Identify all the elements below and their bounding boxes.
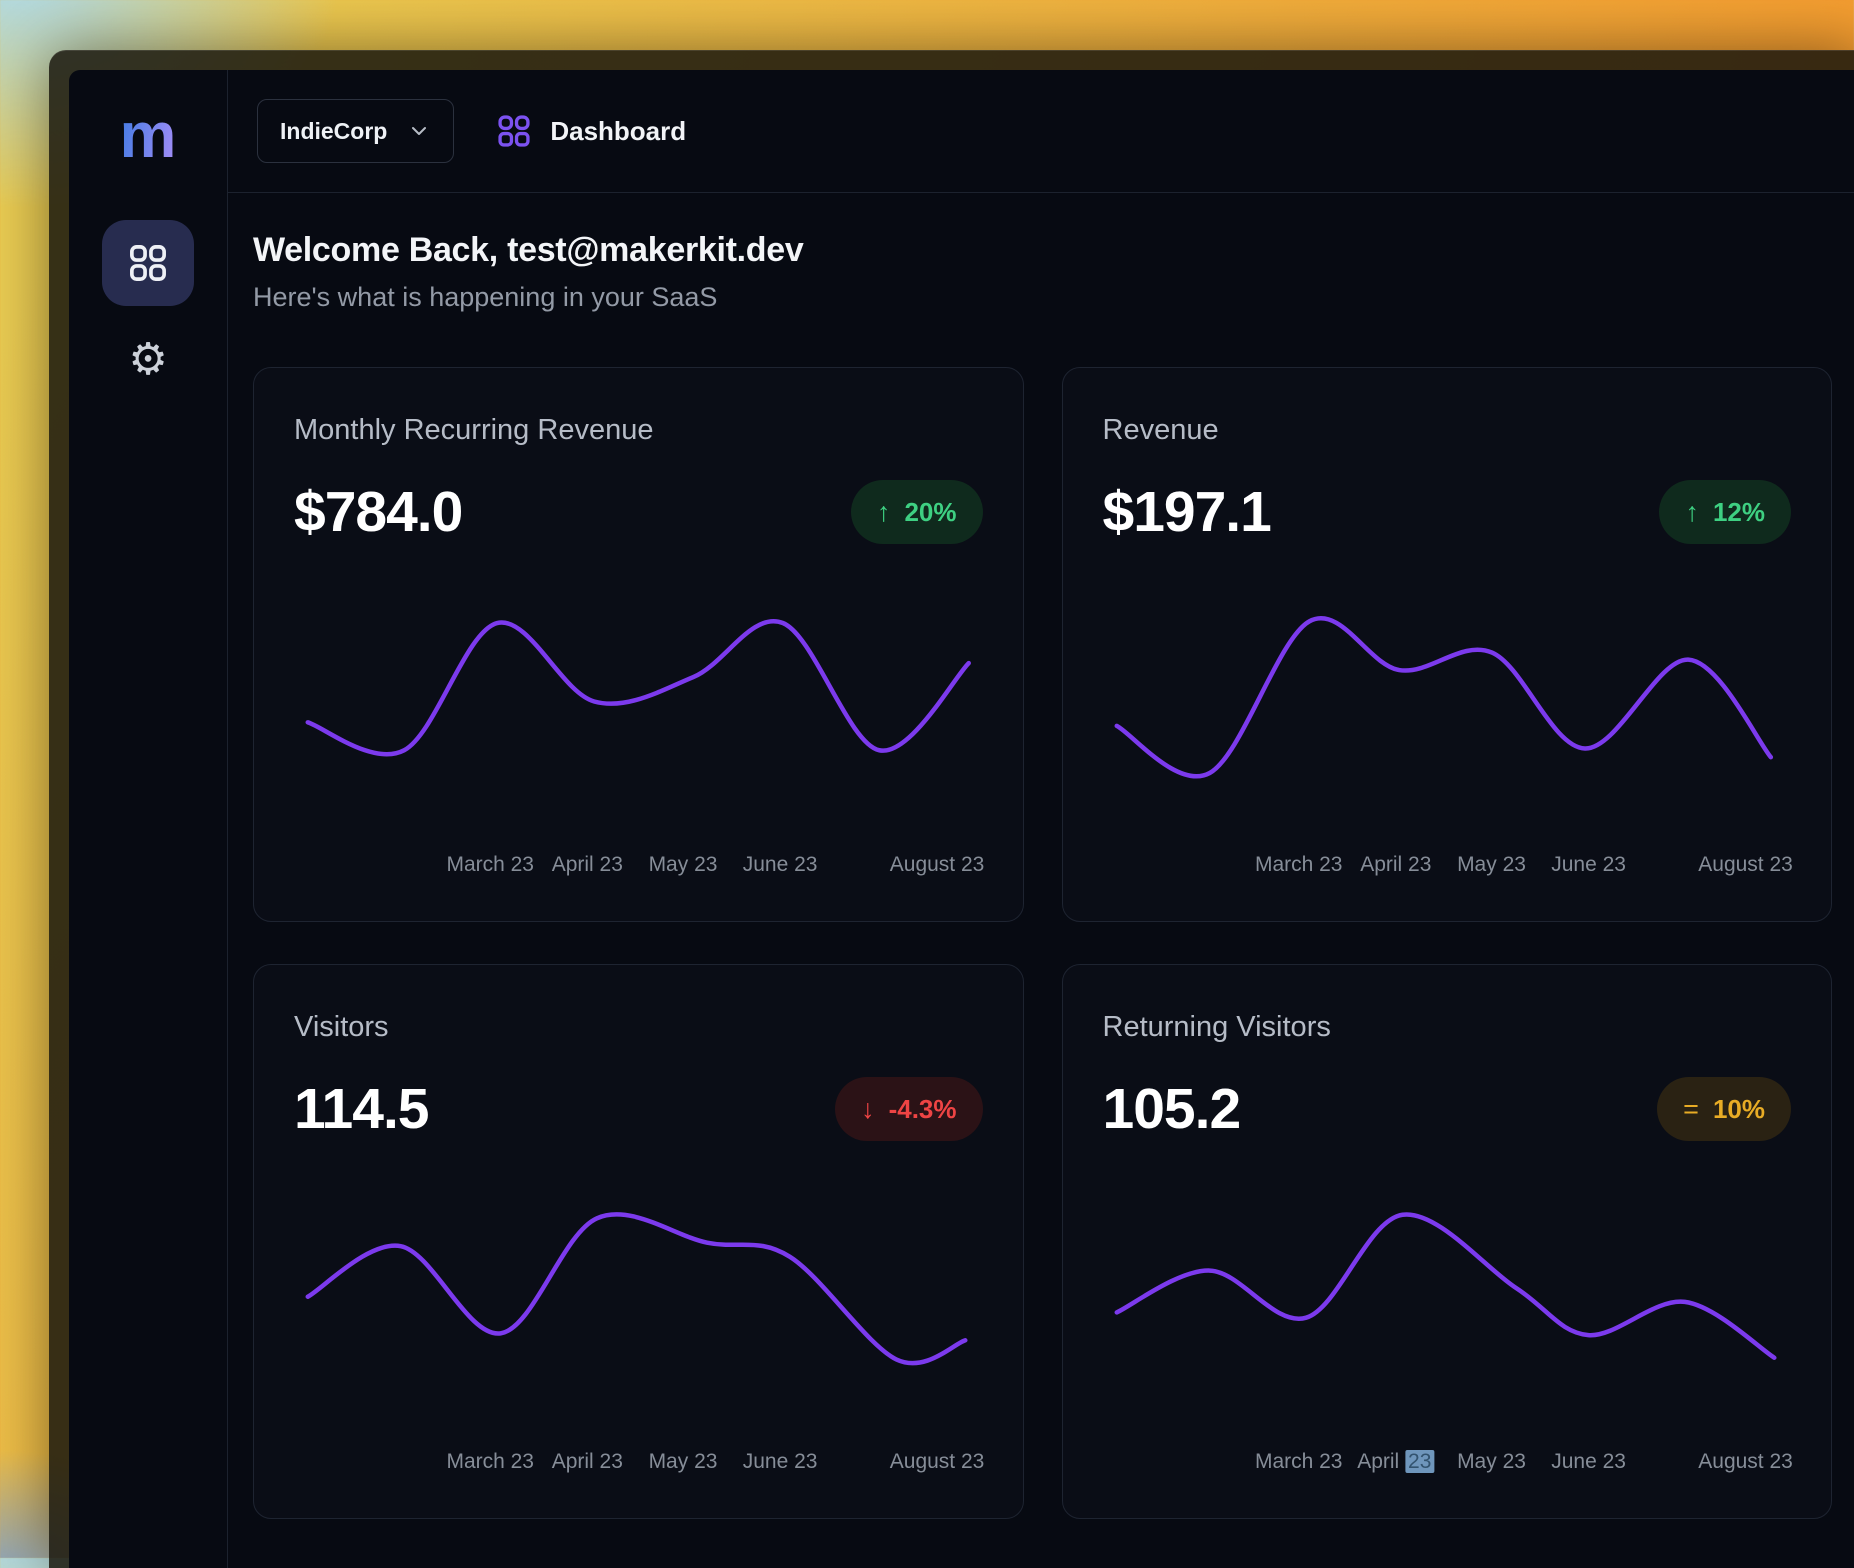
trend-label: 20% bbox=[904, 497, 956, 528]
trend-up-icon: ↑ bbox=[877, 497, 891, 528]
metric-card: Monthly Recurring Revenue $784.0 ↑ 20% M… bbox=[253, 367, 1024, 922]
welcome-heading: Welcome Back, test@makerkit.dev bbox=[253, 231, 1832, 270]
grid-icon bbox=[495, 112, 533, 150]
selected-text: 23 bbox=[1405, 1450, 1434, 1473]
trend-badge: ↑ 20% bbox=[851, 480, 983, 544]
card-value-row: 105.2 = 10% bbox=[1103, 1076, 1792, 1142]
metric-card: Returning Visitors 105.2 = 10% March 23 A… bbox=[1062, 964, 1833, 1519]
x-axis-label: June 23 bbox=[743, 853, 818, 877]
trend-label: 10% bbox=[1713, 1094, 1765, 1125]
trend-badge: ↑ 12% bbox=[1659, 480, 1791, 544]
topbar: IndieCorp Dashboard bbox=[228, 70, 1854, 192]
x-axis-label: August 23 bbox=[890, 1450, 985, 1474]
line-chart bbox=[294, 1192, 983, 1384]
card-value-row: $784.0 ↑ 20% bbox=[294, 479, 983, 545]
card-value: 105.2 bbox=[1103, 1076, 1241, 1142]
dashboard-content: Welcome Back, test@makerkit.dev Here's w… bbox=[228, 193, 1854, 1568]
card-title: Visitors bbox=[294, 1011, 983, 1044]
x-axis-labels: March 23 April 23 May 23 June 23 August 23 bbox=[1103, 1450, 1792, 1476]
card-value: $784.0 bbox=[294, 479, 462, 545]
x-axis-label: June 23 bbox=[743, 1450, 818, 1474]
card-title: Returning Visitors bbox=[1103, 1011, 1792, 1044]
chart-line bbox=[308, 1214, 966, 1363]
organization-selector[interactable]: IndieCorp bbox=[257, 99, 454, 163]
chart-line bbox=[308, 621, 969, 754]
metric-card: Revenue $197.1 ↑ 12% March 23 April 23 May… bbox=[1062, 367, 1833, 922]
x-axis-label: April 23 bbox=[1360, 853, 1431, 877]
x-axis-label: August 23 bbox=[1698, 1450, 1793, 1474]
card-value: 114.5 bbox=[294, 1076, 429, 1142]
x-axis-label: May 23 bbox=[649, 853, 718, 877]
x-axis-label: April 23 bbox=[552, 1450, 623, 1474]
card-value: $197.1 bbox=[1103, 479, 1271, 545]
chart-line bbox=[1116, 618, 1770, 776]
x-axis-label: March 23 bbox=[1255, 853, 1343, 877]
trend-flat-icon: = bbox=[1683, 1094, 1699, 1125]
chart-line bbox=[1116, 1214, 1774, 1357]
trend-up-icon: ↑ bbox=[1685, 497, 1699, 528]
x-axis-label: March 23 bbox=[446, 1450, 534, 1474]
gear-icon: ⚙ bbox=[128, 338, 167, 382]
makerkit-logo: m bbox=[120, 100, 177, 170]
card-value-row: 114.5 ↓ -4.3% bbox=[294, 1076, 983, 1142]
x-axis-labels: March 23 April 23 May 23 June 23 August 23 bbox=[1103, 853, 1792, 879]
card-value-row: $197.1 ↑ 12% bbox=[1103, 479, 1792, 545]
welcome-subtitle: Here's what is happening in your SaaS bbox=[253, 282, 1832, 313]
line-chart bbox=[1103, 595, 1792, 787]
trend-label: 12% bbox=[1713, 497, 1765, 528]
x-axis-label: April 23 bbox=[552, 853, 623, 877]
sidebar-item-dashboard[interactable] bbox=[102, 220, 194, 306]
x-axis-labels: March 23 April 23 May 23 June 23 August 23 bbox=[294, 853, 983, 879]
line-chart bbox=[294, 595, 983, 787]
chevron-down-icon bbox=[407, 119, 431, 143]
page-title: Dashboard bbox=[550, 116, 686, 147]
grid-icon bbox=[126, 241, 170, 285]
x-axis-label: April 23 bbox=[1357, 1450, 1434, 1474]
main-area: IndieCorp Dashboard Welcome Back, test@m… bbox=[228, 70, 1854, 1568]
x-axis-label: June 23 bbox=[1551, 1450, 1626, 1474]
x-axis-label: May 23 bbox=[1457, 1450, 1526, 1474]
x-axis-label: August 23 bbox=[890, 853, 985, 877]
sidebar-item-settings[interactable]: ⚙ bbox=[118, 333, 178, 387]
line-chart bbox=[1103, 1192, 1792, 1384]
x-axis-label: March 23 bbox=[1255, 1450, 1343, 1474]
x-axis-labels: March 23 April 23 May 23 June 23 August 23 bbox=[294, 1450, 983, 1476]
x-axis-label: May 23 bbox=[1457, 853, 1526, 877]
sidebar: m ⚙ bbox=[69, 70, 228, 1568]
x-axis-label: August 23 bbox=[1698, 853, 1793, 877]
trend-badge: = 10% bbox=[1657, 1077, 1791, 1141]
x-axis-label: June 23 bbox=[1551, 853, 1626, 877]
breadcrumb: Dashboard bbox=[495, 112, 686, 150]
organization-name: IndieCorp bbox=[280, 118, 387, 145]
metric-card: Visitors 114.5 ↓ -4.3% March 23April 23M… bbox=[253, 964, 1024, 1519]
card-title: Revenue bbox=[1103, 414, 1792, 447]
cards-grid: Monthly Recurring Revenue $784.0 ↑ 20% M… bbox=[253, 367, 1832, 1519]
desktop-wallpaper: { "sidebar": { "logo_text": "m", "items"… bbox=[0, 0, 1854, 1558]
x-axis-label: March 23 bbox=[446, 853, 534, 877]
x-axis-label: May 23 bbox=[649, 1450, 718, 1474]
trend-label: -4.3% bbox=[889, 1094, 957, 1125]
card-title: Monthly Recurring Revenue bbox=[294, 414, 983, 447]
app-surface: m ⚙ IndieCorp bbox=[69, 70, 1854, 1568]
trend-badge: ↓ -4.3% bbox=[835, 1077, 982, 1141]
app-window: m ⚙ IndieCorp bbox=[49, 50, 1854, 1568]
trend-down-icon: ↓ bbox=[861, 1094, 875, 1125]
